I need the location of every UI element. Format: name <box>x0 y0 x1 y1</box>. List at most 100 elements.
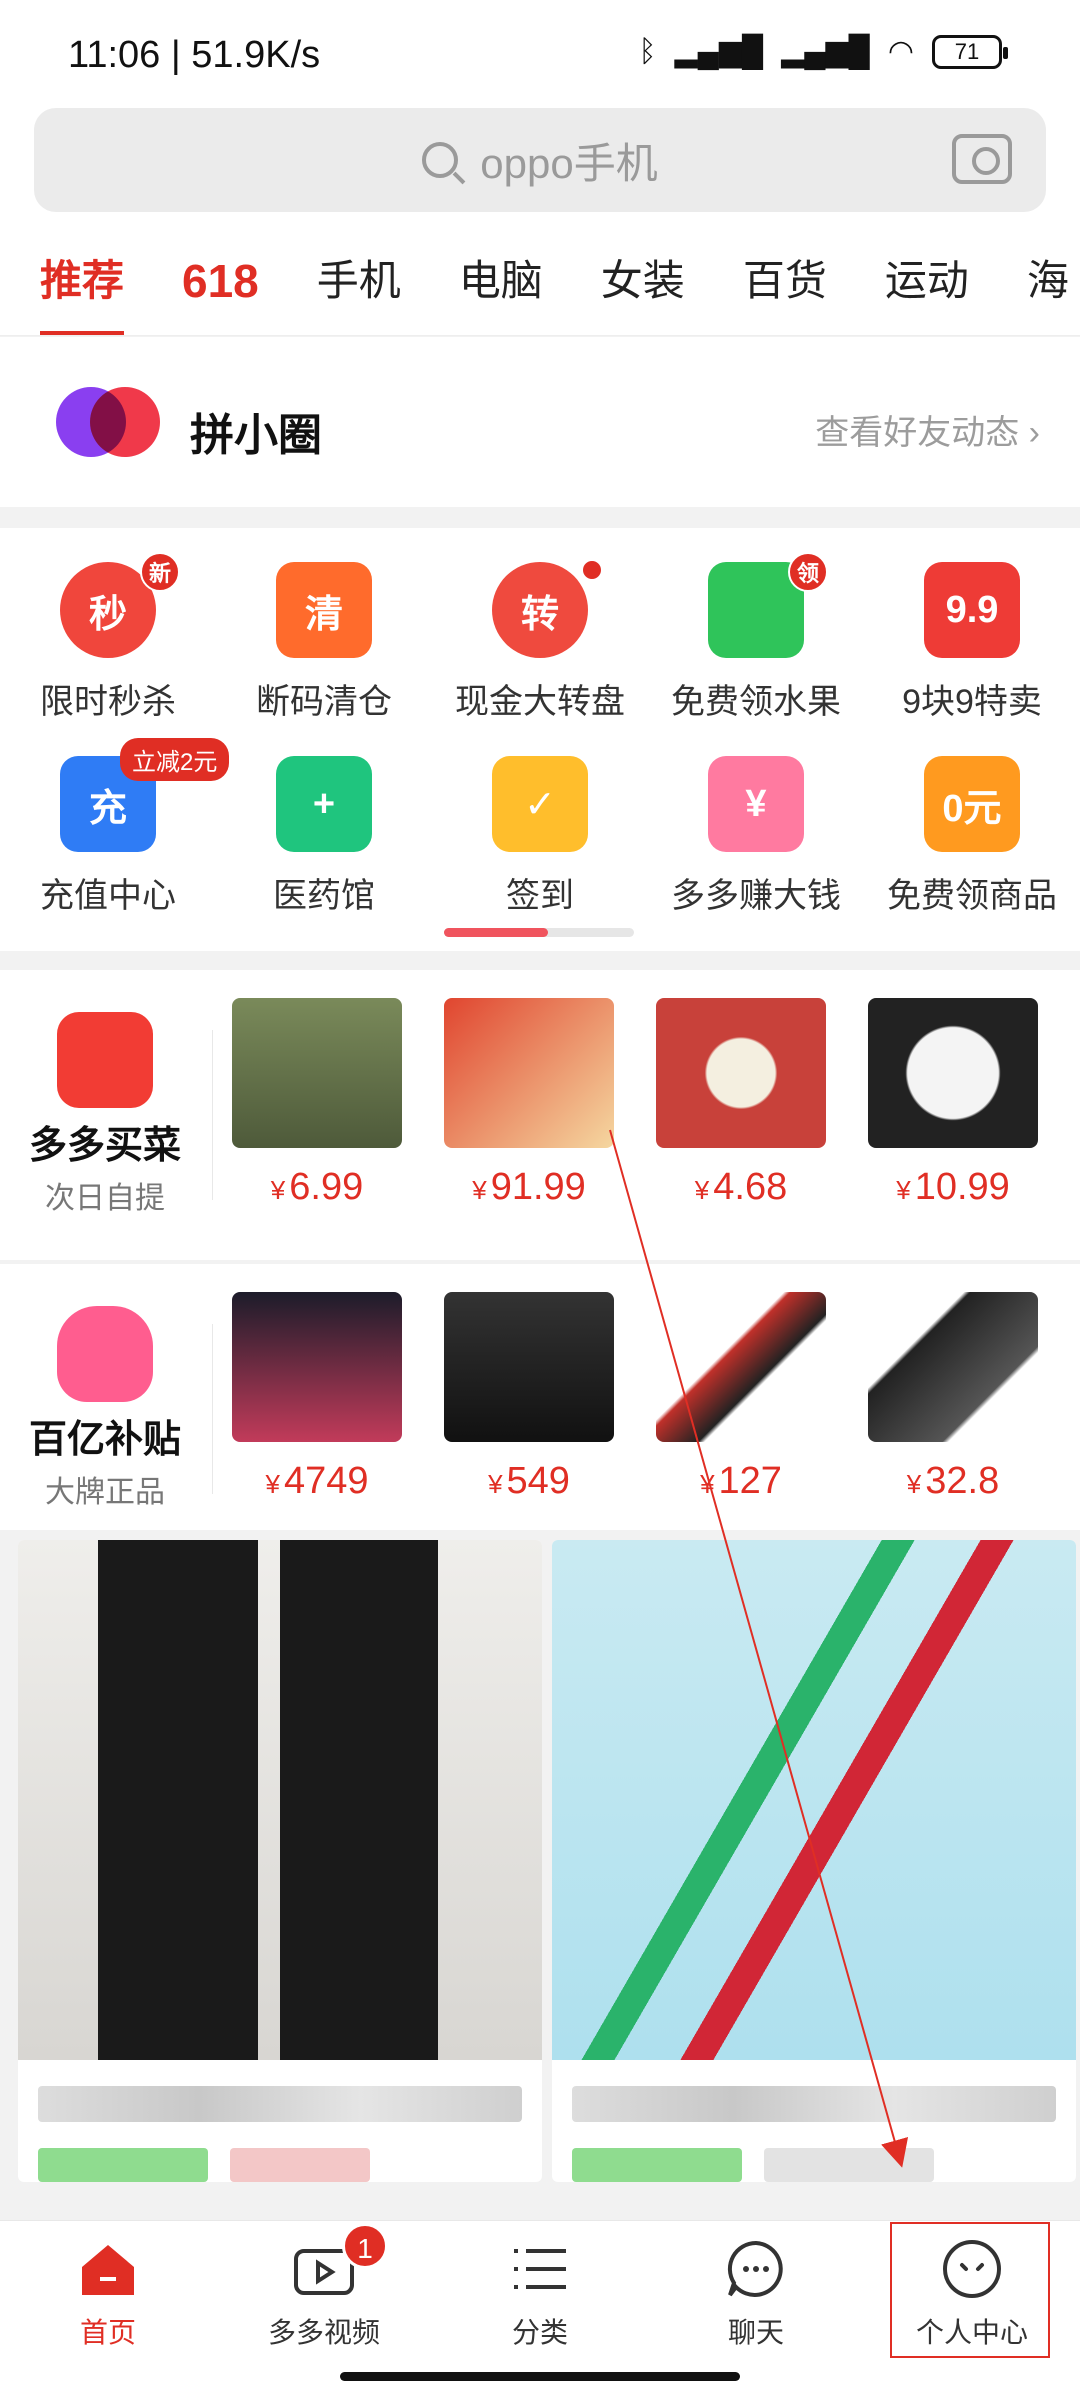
currency-symbol: ¥ <box>265 1469 280 1499</box>
view-friends-link[interactable]: 查看好友动态 › <box>815 405 1040 454</box>
price-value: 32.8 <box>925 1460 1000 1502</box>
tab-computer[interactable]: 电脑 <box>459 226 543 335</box>
video-icon: 1 <box>292 2223 388 2301</box>
price-value: 6.99 <box>289 1166 364 1208</box>
currency-symbol: ¥ <box>488 1469 503 1499</box>
grid-icon-text: + <box>312 782 336 825</box>
notification-dot <box>580 558 604 582</box>
divider <box>212 1324 213 1494</box>
divider <box>212 1030 213 1200</box>
feed-card[interactable] <box>18 1540 542 2182</box>
product-image <box>232 998 402 1148</box>
product-tile[interactable]: ¥32.8 <box>868 1292 1038 1503</box>
product-tile[interactable]: ¥4.68 <box>656 998 826 1209</box>
status-bar: 11:06 | 51.9K/s ᛒ ▂▄▆█ ▂▄▆█ ◠ 71 <box>0 0 1080 100</box>
product-tile[interactable]: ¥10.99 <box>868 998 1038 1209</box>
currency-symbol: ¥ <box>896 1175 911 1205</box>
recharge-icon: 充 立减2元 <box>60 738 230 852</box>
currency-symbol: ¥ <box>694 1175 710 1205</box>
nav-category[interactable]: 分类 <box>432 2237 648 2351</box>
status-icons: ᛒ ▂▄▆█ ▂▄▆█ ◠ 71 <box>638 34 1008 69</box>
nav-chat[interactable]: 聊天 <box>648 2237 864 2351</box>
product-image <box>444 998 614 1148</box>
grid-icon-text: 清 <box>304 593 343 636</box>
product-tile[interactable]: ¥4749 <box>232 1292 402 1503</box>
chat-icon <box>724 2237 788 2301</box>
flash-sale-icon: 秒新 <box>60 552 180 658</box>
grid-item-label: 免费领水果 <box>671 683 841 721</box>
pin-circle-title: 拼小圈 <box>190 411 322 460</box>
grid-item-label: 医药馆 <box>273 877 375 915</box>
nav-home[interactable]: 首页 <box>0 2237 216 2351</box>
grid-item[interactable]: ¥ 多多赚大钱 <box>648 756 864 917</box>
wheel-icon: 转 <box>492 558 604 658</box>
grid-item[interactable]: + 医药馆 <box>216 756 432 917</box>
pin-circle-logo-icon-overlay <box>90 387 160 457</box>
pin-circle-bar[interactable]: 拼小圈 查看好友动态 › <box>0 337 1080 507</box>
grid-icon-text: 9.9 <box>945 588 999 631</box>
grid-item[interactable]: 清断码清仓 <box>216 562 432 723</box>
product-image <box>656 1292 826 1442</box>
blurred-title <box>38 2086 522 2122</box>
list-icon <box>508 2237 572 2301</box>
price-value: 10.99 <box>914 1166 1010 1208</box>
blurred-tags <box>572 2148 1056 2182</box>
nav-chat-label: 聊天 <box>727 2317 784 2348</box>
wifi-icon: ◠ <box>887 35 914 68</box>
category-tabs: 推荐 618 手机 电脑 女装 百货 运动 海 <box>0 226 1080 336</box>
grid-item[interactable]: 秒新限时秒杀 <box>0 552 216 723</box>
tab-phone[interactable]: 手机 <box>317 226 401 335</box>
product-price: ¥91.99 <box>444 1166 614 1209</box>
nav-video-label: 多多视频 <box>267 2317 380 2348</box>
tab-recommend[interactable]: 推荐 <box>40 226 125 335</box>
tab-overseas[interactable]: 海 <box>1027 226 1069 335</box>
fruit-icon: 领 <box>708 552 828 658</box>
product-price: ¥4.68 <box>656 1166 826 1209</box>
grid-item-label: 现金大转盘 <box>455 683 625 721</box>
product-tile[interactable]: ¥127 <box>656 1292 826 1503</box>
product-image <box>868 1292 1038 1442</box>
grid-item[interactable]: 9.9 9块9特卖 <box>864 562 1080 723</box>
product-price: ¥32.8 <box>868 1460 1038 1503</box>
grid-item[interactable]: 0元 免费领商品 <box>864 756 1080 917</box>
product-tile[interactable]: ¥6.99 <box>232 998 402 1209</box>
grid-item-label: 断码清仓 <box>256 683 392 721</box>
camera-icon[interactable] <box>952 134 1012 184</box>
tab-618[interactable]: 618 <box>182 226 259 335</box>
grid-item-label: 充值中心 <box>40 877 176 915</box>
product-price: ¥10.99 <box>868 1166 1038 1209</box>
tab-general[interactable]: 百货 <box>743 226 827 335</box>
tab-women[interactable]: 女装 <box>601 226 685 335</box>
grid-item[interactable]: 充 立减2元充值中心 <box>0 738 230 917</box>
butie-entry[interactable]: 百亿补贴 大牌正品 <box>0 1264 210 1554</box>
grid-item[interactable]: 领免费领水果 <box>648 552 864 723</box>
butie-title: 百亿补贴 <box>28 1419 181 1461</box>
feed-card[interactable] <box>552 1540 1076 2182</box>
currency-symbol: ¥ <box>906 1469 922 1499</box>
grid-icon-text: 充 <box>88 787 127 830</box>
nav-video[interactable]: 1 多多视频 <box>216 2223 432 2351</box>
price-value: 4749 <box>283 1460 369 1502</box>
grid-item-label: 免费领商品 <box>887 877 1057 915</box>
discount-pill: 立减2元 <box>120 738 230 781</box>
search-input[interactable]: oppo手机 <box>34 108 1046 212</box>
product-price: ¥4749 <box>232 1460 402 1503</box>
product-tile[interactable]: ¥549 <box>444 1292 614 1503</box>
grid-badge: 领 <box>788 552 828 592</box>
maicai-entry[interactable]: 多多买菜 次日自提 <box>0 970 210 1260</box>
bluetooth-icon: ᛒ <box>638 34 657 68</box>
currency-symbol: ¥ <box>700 1469 715 1499</box>
tab-sports[interactable]: 运动 <box>885 226 969 335</box>
grid-scroll-indicator <box>444 928 634 937</box>
grid-item[interactable]: 转现金大转盘 <box>432 558 648 723</box>
blurred-title <box>572 2086 1056 2122</box>
carrot-icon <box>57 1012 153 1108</box>
butie-subtitle: 大牌正品 <box>45 1476 165 1509</box>
signal-icon: ▂▄▆█ <box>674 35 764 68</box>
product-price: ¥6.99 <box>232 1166 402 1209</box>
special-sale-icon: 9.9 <box>924 562 1020 658</box>
product-tile[interactable]: ¥91.99 <box>444 998 614 1209</box>
money-bag-icon <box>57 1306 153 1402</box>
grid-item[interactable]: ✓ 签到 <box>432 756 648 917</box>
grid-item-label: 9块9特卖 <box>902 683 1042 721</box>
